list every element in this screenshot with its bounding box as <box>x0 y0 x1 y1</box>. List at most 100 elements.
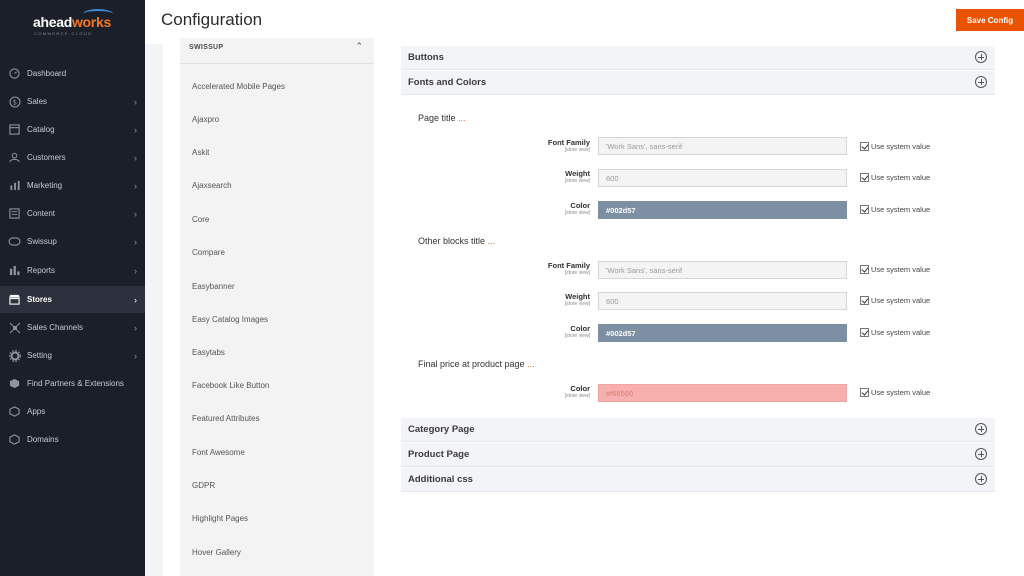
sidebar-item-swissup[interactable]: Swissup › <box>0 228 145 255</box>
other-blocks-color-input[interactable] <box>598 324 847 342</box>
tab-hover-gallery[interactable]: Hover Gallery <box>192 548 241 557</box>
sidebar-item-reports[interactable]: Reports › <box>0 257 145 284</box>
reports-icon <box>8 264 21 277</box>
chevron-right-icon: › <box>134 96 137 107</box>
sidebar-item-label: Stores <box>27 295 52 304</box>
field-label-weight: Weight [store view] <box>564 292 590 307</box>
config-tabs-panel: SWISSUP ⌃ Accelerated Mobile Pages Ajaxp… <box>180 38 374 576</box>
logo-subtitle: COMMERCE CLOUD <box>34 31 93 36</box>
field-label-weight: Weight [store view] <box>564 169 590 184</box>
section-additional-css[interactable]: Additional css <box>401 468 995 492</box>
section-product-page[interactable]: Product Page <box>401 443 995 467</box>
page-title-color-input[interactable] <box>598 201 847 219</box>
page-title-font-family-use-system-value[interactable]: Use system value <box>860 142 930 151</box>
customers-icon <box>8 151 21 164</box>
section-fonts-and-colors[interactable]: Fonts and Colors <box>401 71 995 95</box>
plus-circle-icon <box>975 51 987 63</box>
checkbox[interactable] <box>860 328 869 337</box>
tab-gdpr[interactable]: GDPR <box>192 481 215 490</box>
checkbox[interactable] <box>860 265 869 274</box>
section-title: Product Page <box>408 449 470 460</box>
final-price-color-use-system-value[interactable]: Use system value <box>860 388 930 397</box>
logo[interactable]: aheadworks COMMERCE CLOUD <box>33 9 113 38</box>
chevron-right-icon: › <box>134 236 137 247</box>
checkbox[interactable] <box>860 388 869 397</box>
sidebar-item-label: Find Partners & Extensions <box>27 379 124 388</box>
sidebar-item-label: Dashboard <box>27 69 67 78</box>
tab-ajaxsearch[interactable]: Ajaxsearch <box>192 181 232 190</box>
other-blocks-weight-use-system-value[interactable]: Use system value <box>860 296 930 305</box>
field-label-color: Color [store view] <box>564 324 590 339</box>
other-blocks-font-family-input[interactable] <box>598 261 847 279</box>
other-blocks-color-use-system-value[interactable]: Use system value <box>860 328 930 337</box>
group-final-price: Final price at product page ... <box>418 359 535 369</box>
sidebar-item-dashboard[interactable]: Dashboard <box>0 60 145 87</box>
sidebar-item-label: Marketing <box>27 181 63 190</box>
plus-circle-icon <box>975 473 987 485</box>
sidebar-item-sales-channels[interactable]: Sales Channels › <box>0 314 145 341</box>
tab-ajaxpro[interactable]: Ajaxpro <box>192 115 219 124</box>
tab-featured-attributes[interactable]: Featured Attributes <box>192 414 260 423</box>
sidebar-item-apps[interactable]: Apps <box>0 398 145 425</box>
other-blocks-weight-input[interactable] <box>598 292 847 310</box>
final-price-color-input[interactable] <box>598 384 847 402</box>
checkbox[interactable] <box>860 205 869 214</box>
chevron-right-icon: › <box>134 180 137 191</box>
chevron-right-icon: › <box>134 208 137 219</box>
tab-easy-catalog-images[interactable]: Easy Catalog Images <box>192 315 268 324</box>
checkbox[interactable] <box>860 296 869 305</box>
sidebar-item-customers[interactable]: Customers › <box>0 144 145 171</box>
tab-highlight-pages[interactable]: Highlight Pages <box>192 514 248 523</box>
sidebar: aheadworks COMMERCE CLOUD Dashboard $ Sa… <box>0 0 145 576</box>
stores-icon <box>8 293 21 306</box>
plus-circle-icon <box>975 76 987 88</box>
chevron-right-icon: › <box>134 322 137 333</box>
section-buttons[interactable]: Buttons <box>401 46 995 70</box>
tabs-group-header[interactable]: SWISSUP ⌃ <box>180 38 374 64</box>
section-title: Additional css <box>408 474 473 485</box>
plus-circle-icon <box>975 423 987 435</box>
section-category-page[interactable]: Category Page <box>401 418 995 442</box>
tab-compare[interactable]: Compare <box>192 248 225 257</box>
tab-core[interactable]: Core <box>192 215 209 224</box>
sidebar-item-setting[interactable]: Setting › <box>0 342 145 369</box>
plus-circle-icon <box>975 448 987 460</box>
tab-font-awesome[interactable]: Font Awesome <box>192 448 245 457</box>
other-blocks-font-family-use-system-value[interactable]: Use system value <box>860 265 930 274</box>
sidebar-item-content[interactable]: Content › <box>0 200 145 227</box>
page-title: Configuration <box>161 10 263 29</box>
marketing-icon <box>8 179 21 192</box>
apps-icon <box>8 405 21 418</box>
sidebar-item-sales[interactable]: $ Sales › <box>0 88 145 115</box>
page-title-weight-input[interactable] <box>598 169 847 187</box>
page-title-font-family-input[interactable] <box>598 137 847 155</box>
sidebar-item-label: Apps <box>27 407 46 416</box>
sidebar-item-label: Customers <box>27 153 66 162</box>
sidebar-item-stores[interactable]: Stores › <box>0 286 145 313</box>
sidebar-item-find-partners[interactable]: Find Partners & Extensions <box>0 370 145 397</box>
sidebar-item-domains[interactable]: Domains <box>0 426 145 453</box>
partners-icon <box>8 377 21 390</box>
tab-facebook-like-button[interactable]: Facebook Like Button <box>192 381 269 390</box>
sidebar-item-marketing[interactable]: Marketing › <box>0 172 145 199</box>
checkbox[interactable] <box>860 142 869 151</box>
tab-easybanner[interactable]: Easybanner <box>192 282 235 291</box>
tab-askit[interactable]: Askit <box>192 148 209 157</box>
sidebar-item-label: Reports <box>27 266 56 275</box>
field-label-font-family: Font Family [store view] <box>547 261 590 276</box>
section-title: Fonts and Colors <box>408 77 487 88</box>
field-label-color: Color [store view] <box>564 201 590 216</box>
chevron-right-icon: › <box>134 152 137 163</box>
checkbox[interactable] <box>860 173 869 182</box>
page-title-weight-use-system-value[interactable]: Use system value <box>860 173 930 182</box>
tab-accelerated-mobile-pages[interactable]: Accelerated Mobile Pages <box>192 82 285 91</box>
tab-easytabs[interactable]: Easytabs <box>192 348 225 357</box>
swissup-icon <box>8 235 21 248</box>
save-config-button[interactable]: Save Config <box>956 9 1024 31</box>
chevron-right-icon: › <box>134 350 137 361</box>
logo-text: aheadworks <box>33 14 111 30</box>
sidebar-item-label: Domains <box>27 435 59 444</box>
sidebar-item-catalog[interactable]: Catalog › <box>0 116 145 143</box>
group-other-blocks-title: Other blocks title ... <box>418 236 496 246</box>
page-title-color-use-system-value[interactable]: Use system value <box>860 205 930 214</box>
